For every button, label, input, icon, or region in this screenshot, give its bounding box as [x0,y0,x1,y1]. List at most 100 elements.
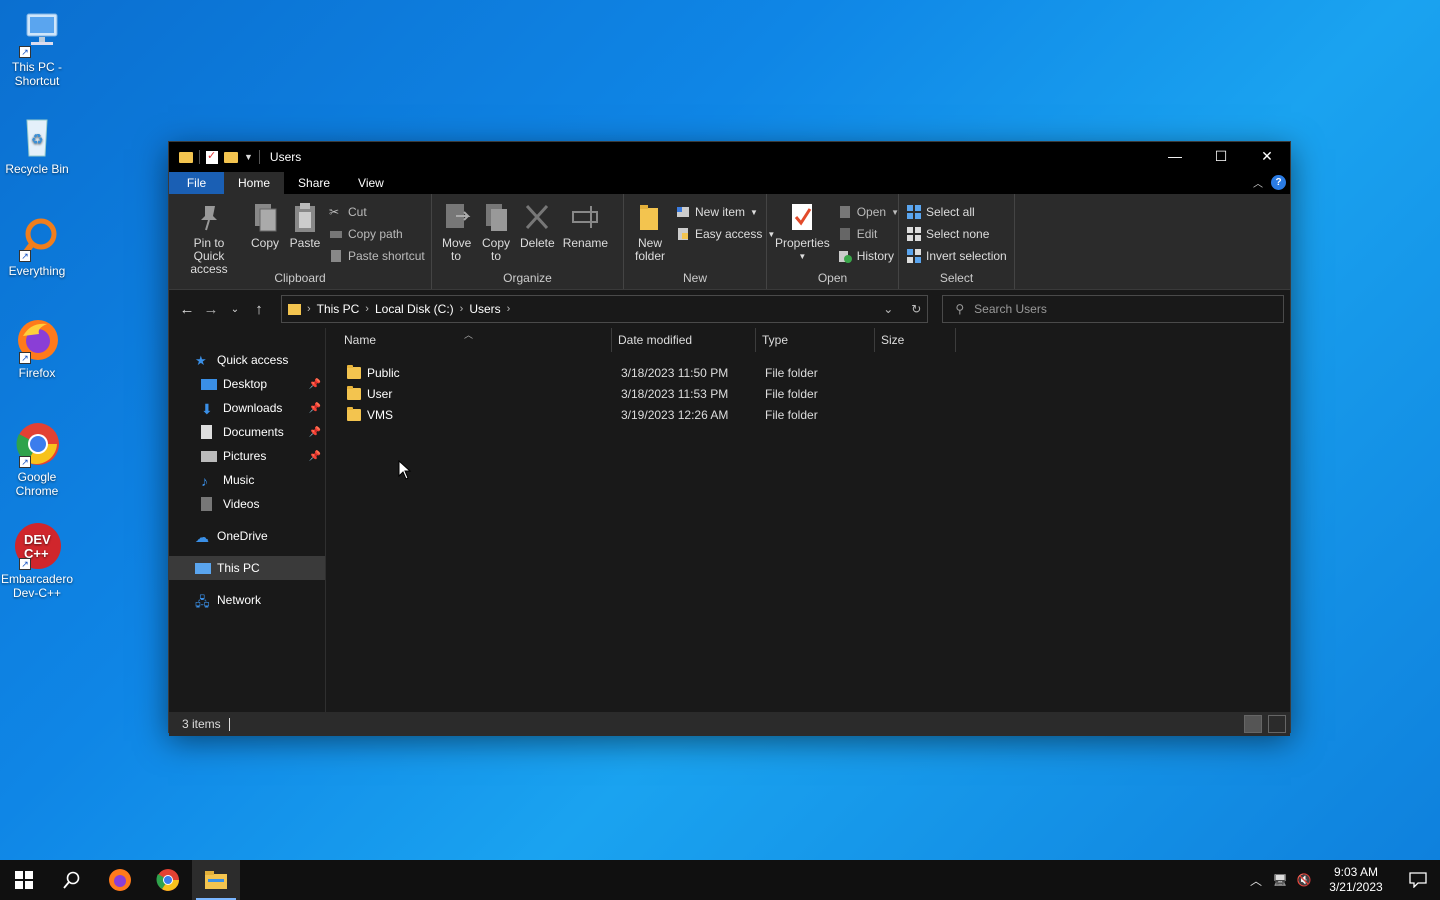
tab-share[interactable]: Share [284,172,344,194]
new-group: New folder New item ▼ Easy access ▼ New [624,194,775,289]
minimize-button[interactable]: — [1152,142,1198,170]
desktop-icon-devcpp[interactable]: DEV C++ ↗ Embarcadero Dev-C++ [0,522,74,600]
music-note-icon: ♪ [201,473,208,489]
nav-onedrive[interactable]: ☁ OneDrive [169,524,325,548]
chevron-right-icon[interactable]: › [365,303,369,315]
network-status-icon[interactable]: 🖥 [1268,873,1292,887]
shortcut-arrow-icon: ↗ [19,352,31,364]
cut-button[interactable]: ✂ Cut [329,204,425,220]
desktop-icon-everything[interactable]: ↗ Everything [0,214,74,278]
dropdown-arrow-icon: ▼ [750,207,758,217]
tab-view[interactable]: View [344,172,398,194]
start-button[interactable] [0,860,48,900]
dropdown-arrow-icon: ▼ [798,252,807,261]
refresh-icon[interactable]: ↻ [911,302,921,316]
volume-muted-icon[interactable]: 🔇 [1292,873,1316,887]
invert-selection-button[interactable]: Invert selection [907,248,1007,264]
maximize-button[interactable]: ☐ [1198,142,1244,170]
nav-network[interactable]: 🖧 Network [169,588,325,612]
chevron-up-icon[interactable]: ︿ [1244,872,1268,889]
search-button[interactable] [48,860,96,900]
file-row[interactable]: VMS 3/19/2023 12:26 AM File folder [326,404,1290,425]
tab-file[interactable]: File [169,172,224,194]
nav-documents[interactable]: Documents 📌 [169,420,325,444]
chevron-right-icon[interactable]: › [507,303,511,315]
new-folder-qat-icon[interactable] [224,151,238,163]
desktop-icon-label: Firefox [18,366,56,380]
address-dropdown-icon[interactable]: ⌄ [883,302,893,316]
select-group-label: Select [939,271,974,285]
pin-icon[interactable]: 📌 [309,427,321,438]
edit-button[interactable]: Edit [838,226,899,242]
paste-shortcut-button[interactable]: Paste shortcut [329,248,425,264]
desktop-icon-recycle-bin[interactable]: ♻ Recycle Bin [0,112,74,176]
title-bar[interactable]: ▼ Users — ☐ ✕ [169,142,1290,172]
pin-icon[interactable]: 📌 [309,379,321,390]
desktop-icon-this-pc[interactable]: ↗ This PC - Shortcut [0,10,74,88]
history-button[interactable]: History [838,248,899,264]
invert-selection-icon [907,249,921,263]
nav-music[interactable]: ♪ Music [169,468,325,492]
desktop-icon-chrome[interactable]: ↗ Google Chrome [0,420,74,498]
column-header-date[interactable]: Date modified [612,328,756,352]
svg-text:♻: ♻ [31,131,44,147]
file-row[interactable]: User 3/18/2023 11:53 PM File folder [326,383,1290,404]
desktop-icon-firefox[interactable]: ↗ Firefox [0,316,74,380]
customize-qat-dropdown-icon[interactable]: ▼ [244,152,253,162]
new-item-button[interactable]: New item ▼ [676,204,775,220]
clock[interactable]: 9:03 AM 3/21/2023 [1316,865,1396,895]
select-all-button[interactable]: Select all [907,204,1007,220]
action-center-button[interactable] [1396,872,1440,888]
taskbar-file-explorer[interactable] [192,860,240,900]
nav-downloads[interactable]: ⬇ Downloads 📌 [169,396,325,420]
open-button[interactable]: Open ▼ [838,204,899,220]
file-date: 3/19/2023 12:26 AM [621,407,729,422]
breadcrumb-this-pc[interactable]: This PC [317,302,360,316]
breadcrumb-local-disk[interactable]: Local Disk (C:) [375,302,454,316]
column-header-name[interactable]: Name [338,328,612,352]
nav-pictures[interactable]: Pictures 📌 [169,444,325,468]
large-icons-view-button[interactable] [1268,715,1286,733]
close-button[interactable]: ✕ [1244,142,1290,170]
item-count: 3 items [182,717,221,731]
file-row[interactable]: Public 3/18/2023 11:50 PM File folder [326,362,1290,383]
easy-access-button[interactable]: Easy access ▼ [676,226,775,242]
properties-qat-icon[interactable] [206,149,218,164]
column-header-type[interactable]: Type [756,328,875,352]
pin-icon[interactable]: 📌 [309,403,321,414]
rename-icon [569,200,601,234]
collapse-ribbon-icon[interactable]: ︿ [1253,175,1263,190]
copy-path-button[interactable]: Copy path [329,226,425,242]
nav-videos[interactable]: Videos [169,492,325,516]
sort-ascending-icon: ︿ [464,330,474,340]
chevron-right-icon[interactable]: › [307,303,311,315]
chevron-right-icon[interactable]: › [460,303,464,315]
nav-label: Desktop [223,377,268,391]
nav-desktop[interactable]: Desktop 📌 [169,372,325,396]
select-none-button[interactable]: Select none [907,226,1007,242]
search-box[interactable]: ⚲ Search Users [942,295,1285,323]
file-date: 3/18/2023 11:53 PM [621,386,729,401]
column-header-size[interactable]: Size [875,328,956,352]
tab-home[interactable]: Home [224,172,285,194]
forward-arrow-icon[interactable]: → [199,301,223,318]
scissors-icon: ✂ [329,205,340,219]
back-arrow-icon[interactable]: ← [175,301,199,318]
breadcrumb-users[interactable]: Users [469,302,500,316]
taskbar-chrome[interactable] [144,860,192,900]
recent-locations-dropdown-icon[interactable]: ⌄ [223,304,247,315]
nav-this-pc[interactable]: This PC [169,556,325,580]
desktop-icon [201,378,217,390]
pin-icon[interactable]: 📌 [309,451,321,462]
address-bar[interactable]: › This PC › Local Disk (C:) › Users › ⌄ … [280,295,929,323]
help-icon[interactable]: ? [1271,175,1286,190]
file-list[interactable]: ︿ Name Date modified Type Size Public 3/… [325,328,1290,712]
details-view-button[interactable] [1244,715,1262,733]
new-item-icon [676,205,690,219]
up-arrow-icon[interactable]: ↑ [247,301,271,318]
copy-icon [249,200,281,234]
nav-quick-access[interactable]: ★ Quick access [169,348,325,372]
pictures-icon [201,450,217,462]
taskbar-firefox[interactable] [96,860,144,900]
chrome-icon [156,869,179,891]
